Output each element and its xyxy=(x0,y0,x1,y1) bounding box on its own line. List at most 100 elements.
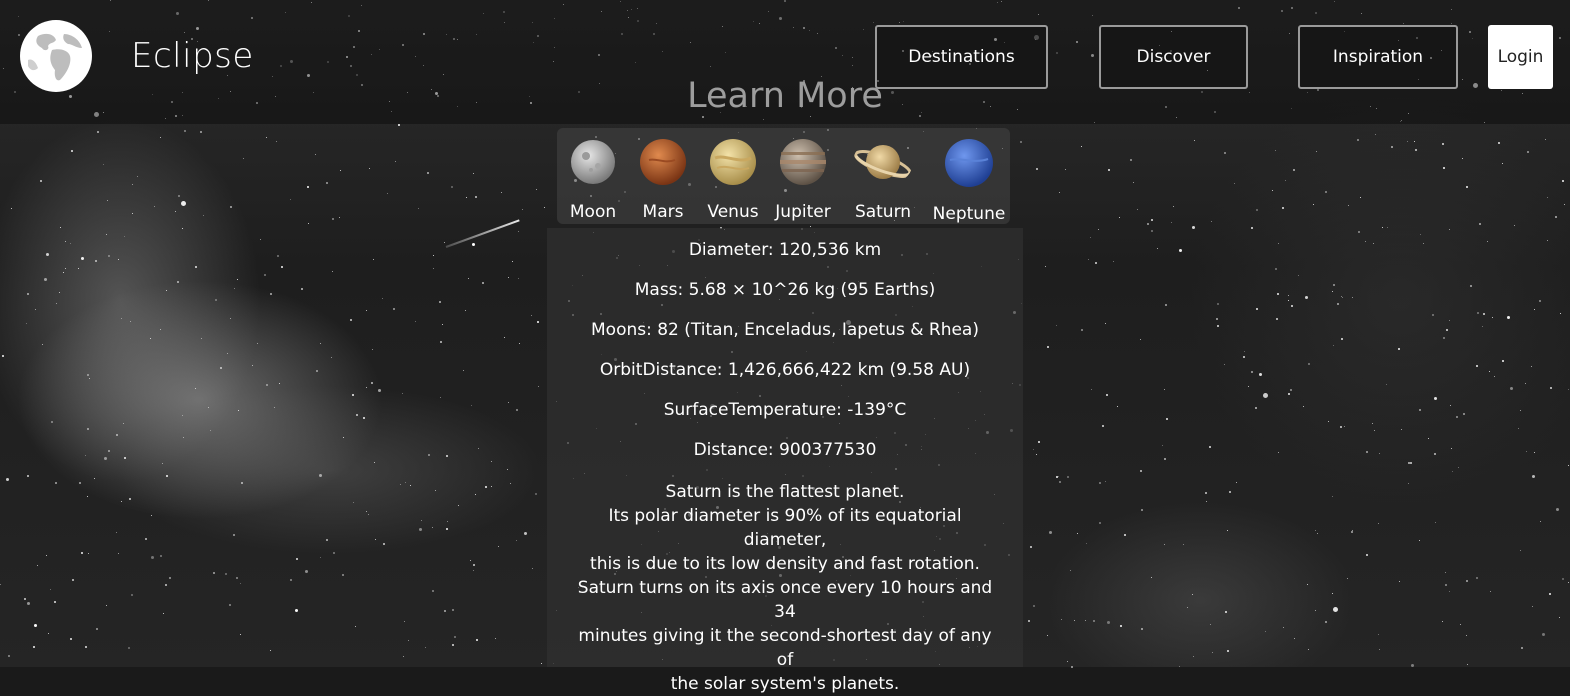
planet-mars[interactable]: Mars xyxy=(623,138,703,222)
planet-moon[interactable]: Moon xyxy=(553,138,633,222)
star xyxy=(1124,534,1126,536)
star xyxy=(1374,430,1375,431)
description-line: the solar system's planets. xyxy=(670,674,900,694)
star xyxy=(418,208,419,209)
star xyxy=(162,463,163,464)
star xyxy=(1382,227,1383,228)
star xyxy=(400,484,401,485)
star xyxy=(46,253,49,256)
star xyxy=(1164,544,1165,545)
star xyxy=(252,365,253,366)
star xyxy=(475,494,476,495)
star xyxy=(451,186,453,188)
planet-saturn[interactable]: Saturn xyxy=(843,138,923,222)
star xyxy=(6,478,9,481)
star xyxy=(305,570,308,573)
star xyxy=(169,577,171,579)
star xyxy=(177,281,179,283)
star xyxy=(1151,577,1152,578)
star xyxy=(393,308,395,310)
star xyxy=(24,598,26,600)
star xyxy=(97,131,99,133)
jupiter-icon xyxy=(780,139,826,185)
star xyxy=(1398,348,1400,350)
star xyxy=(465,310,466,311)
star xyxy=(1077,533,1078,534)
star xyxy=(1275,268,1277,270)
star xyxy=(1559,617,1560,618)
star xyxy=(473,564,475,566)
star xyxy=(165,584,167,586)
star xyxy=(150,338,151,339)
star xyxy=(1179,249,1182,252)
star xyxy=(1183,544,1184,545)
star xyxy=(1151,219,1153,221)
description-line: Saturn turns on its axis once every 10 h… xyxy=(577,578,993,622)
star xyxy=(444,242,445,243)
star xyxy=(1332,496,1333,497)
star xyxy=(1227,650,1229,652)
star xyxy=(1452,471,1453,472)
star xyxy=(1564,204,1565,205)
star xyxy=(85,646,87,648)
star xyxy=(1206,501,1207,502)
surface-temperature-text: SurfaceTemperature: -139°C xyxy=(663,400,907,420)
star xyxy=(195,266,197,268)
star xyxy=(1285,180,1286,181)
star xyxy=(1283,627,1284,628)
star xyxy=(87,374,89,376)
star xyxy=(1547,240,1548,241)
star xyxy=(1525,383,1526,384)
star xyxy=(1365,241,1366,242)
star xyxy=(1038,441,1040,443)
planet-label: Jupiter xyxy=(775,202,831,222)
star xyxy=(1502,163,1503,164)
star xyxy=(1033,605,1035,607)
star xyxy=(435,490,436,491)
star xyxy=(1487,241,1488,242)
planet-venus[interactable]: Venus xyxy=(693,138,773,222)
star xyxy=(1463,413,1465,415)
star xyxy=(326,539,328,541)
star xyxy=(371,382,373,384)
star xyxy=(44,278,47,281)
star xyxy=(410,485,411,486)
star xyxy=(1521,647,1523,649)
planet-neptune[interactable]: Neptune xyxy=(929,138,1009,224)
star xyxy=(320,557,321,558)
star xyxy=(1550,387,1552,389)
star xyxy=(352,394,354,396)
star xyxy=(446,528,448,530)
star xyxy=(1030,546,1032,548)
star xyxy=(508,402,509,403)
star xyxy=(1059,192,1060,193)
star xyxy=(1047,635,1048,636)
star xyxy=(1165,304,1167,306)
star xyxy=(1193,656,1194,657)
star xyxy=(471,405,472,406)
star xyxy=(518,231,519,232)
star xyxy=(1251,371,1253,373)
planet-jupiter[interactable]: Jupiter xyxy=(763,138,843,222)
star xyxy=(1526,451,1527,452)
star xyxy=(433,255,434,256)
star xyxy=(1414,141,1415,142)
star xyxy=(1555,216,1557,218)
star xyxy=(50,589,51,590)
star xyxy=(442,324,443,325)
star xyxy=(522,209,523,210)
star xyxy=(491,461,492,462)
brand-name[interactable]: Eclipse xyxy=(131,36,254,76)
star xyxy=(88,553,89,554)
star xyxy=(1466,186,1468,188)
star xyxy=(510,483,511,484)
star xyxy=(1090,237,1091,238)
star xyxy=(383,543,385,545)
description-line: Saturn is the flattest planet. xyxy=(665,482,905,502)
star xyxy=(201,338,202,339)
star xyxy=(331,357,332,358)
star xyxy=(1141,509,1143,511)
star xyxy=(375,539,376,540)
star xyxy=(1291,305,1293,307)
star xyxy=(233,534,235,536)
